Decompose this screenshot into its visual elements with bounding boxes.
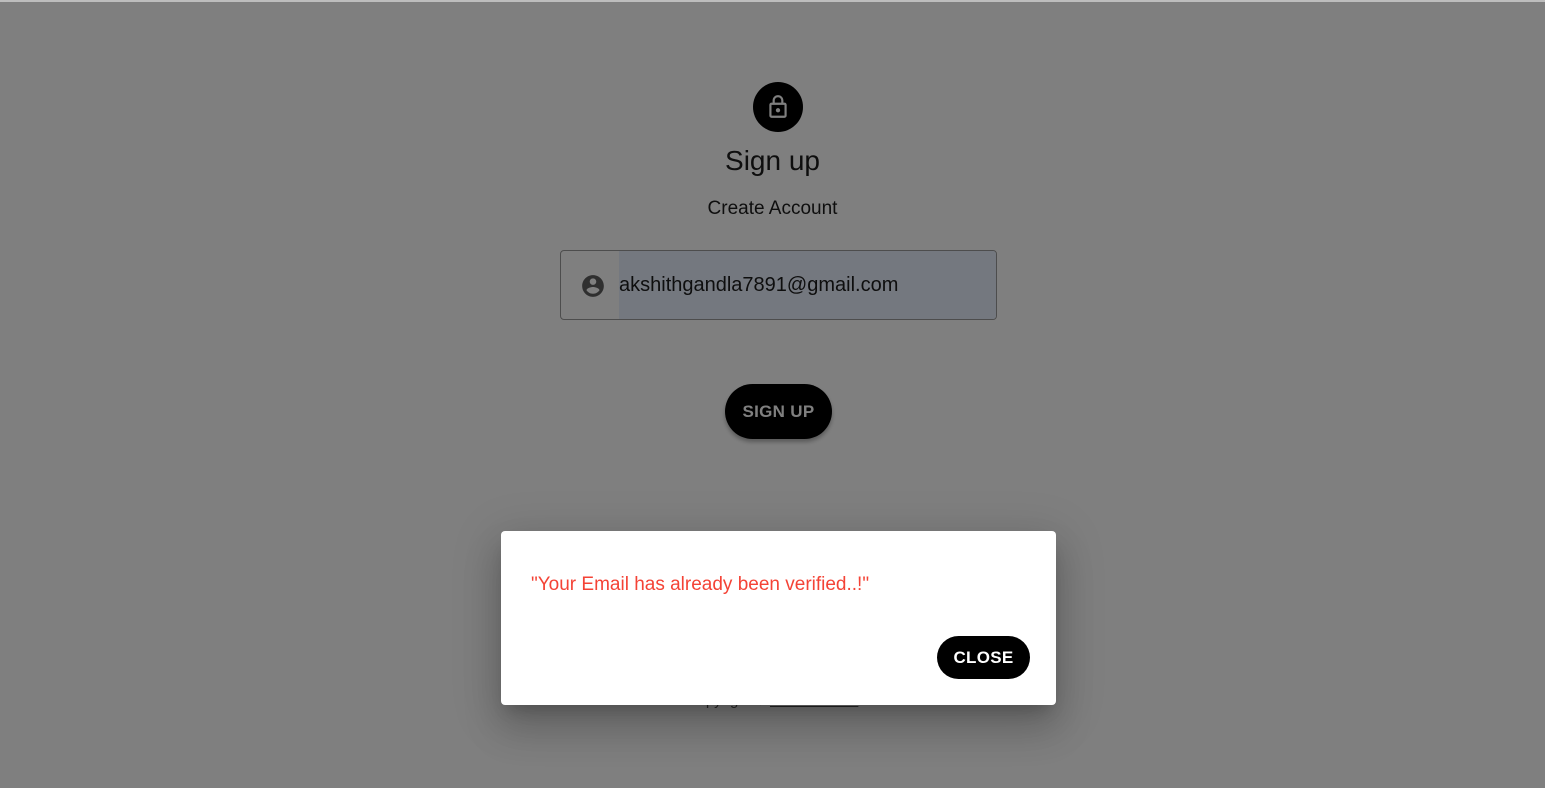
- signup-page: Sign up Create Account SIGN UP Copyright…: [0, 0, 1545, 788]
- close-button[interactable]: CLOSE: [937, 636, 1030, 679]
- dialog-message: "Your Email has already been verified..!…: [531, 574, 870, 595]
- alert-dialog: "Your Email has already been verified..!…: [501, 531, 1056, 705]
